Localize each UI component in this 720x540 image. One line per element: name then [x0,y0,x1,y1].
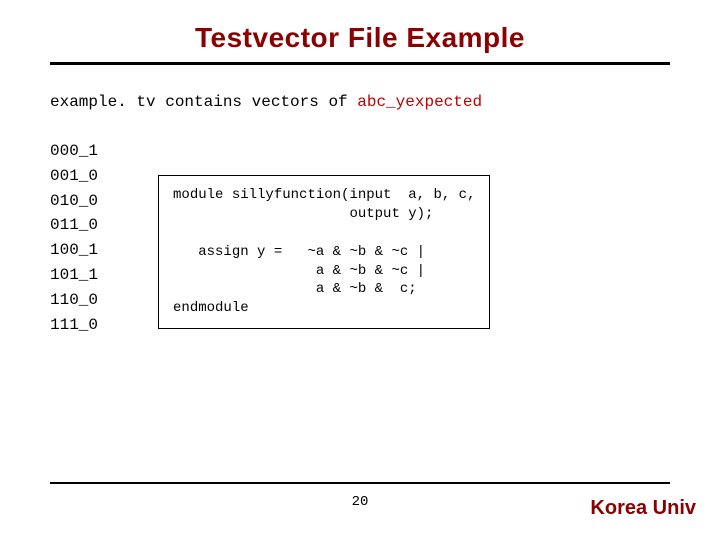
code-line: module sillyfunction(input a, b, c, [173,187,475,203]
vector-item: 101_1 [50,266,98,284]
vector-list: 000_1 001_0 010_0 011_0 100_1 101_1 110_… [50,139,98,337]
code-line: a & ~b & ~c | [173,263,425,279]
vector-item: 110_0 [50,291,98,309]
intro-prefix: example. tv contains vectors of [50,93,357,111]
intro-line: example. tv contains vectors of abc_yexp… [50,93,670,111]
vector-item: 001_0 [50,167,98,185]
code-line: a & ~b & c; [173,281,417,297]
intro-highlight: abc_yexpected [357,93,482,111]
code-box: module sillyfunction(input a, b, c, outp… [158,175,490,329]
code-line: output y); [173,206,433,222]
vector-item: 011_0 [50,216,98,234]
vector-item: 010_0 [50,192,98,210]
slide-title: Testvector File Example [50,0,670,62]
vector-item: 111_0 [50,316,98,334]
brand-label: Korea Univ [590,497,696,520]
footer-divider [50,482,670,484]
code-line: endmodule [173,300,249,316]
code-line: assign y = ~a & ~b & ~c | [173,244,425,260]
slide: Testvector File Example example. tv cont… [0,0,720,540]
vector-item: 100_1 [50,241,98,259]
body-row: 000_1 001_0 010_0 011_0 100_1 101_1 110_… [50,139,670,337]
title-divider [50,62,670,65]
vector-item: 000_1 [50,142,98,160]
